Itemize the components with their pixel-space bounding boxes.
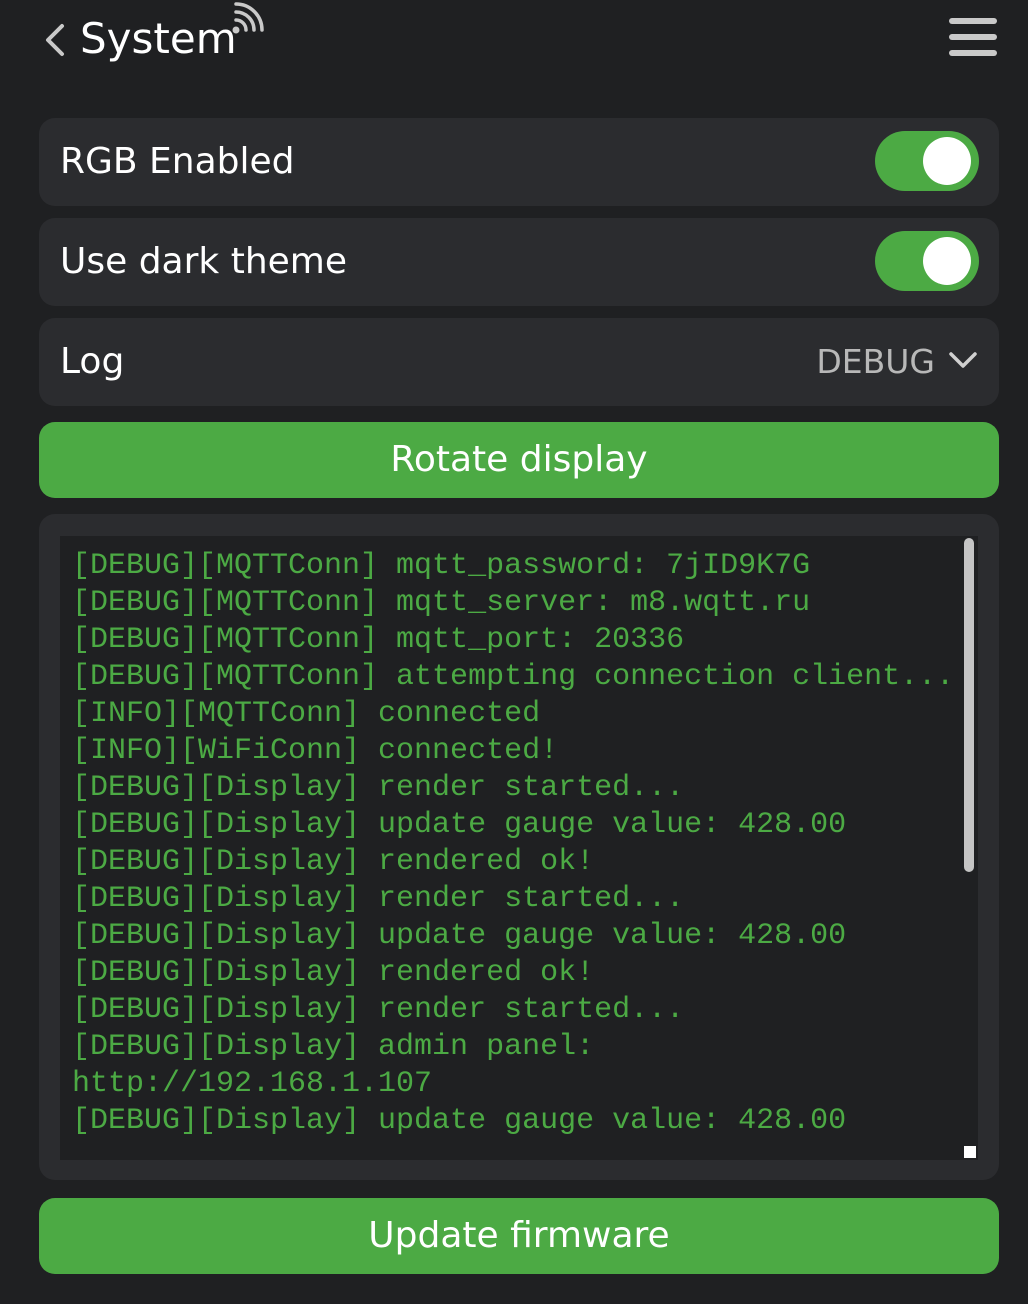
log-line: [DEBUG][Display] update gauge value: 428…: [72, 808, 847, 842]
rotate-display-button[interactable]: Rotate display: [39, 422, 999, 498]
log-line: [DEBUG][MQTTConn] mqtt_port: 20336: [72, 623, 685, 657]
hamburger-menu-icon[interactable]: [948, 16, 998, 58]
log-level-label: Log: [60, 341, 125, 382]
chevron-down-icon[interactable]: [947, 348, 979, 372]
rgb-enabled-setting: RGB Enabled: [39, 118, 999, 206]
dark-theme-toggle[interactable]: [875, 231, 979, 291]
log-line: [DEBUG][Display] update gauge value: 428…: [72, 919, 847, 953]
resize-handle-icon[interactable]: [964, 1146, 976, 1158]
toggle-knob: [923, 237, 971, 285]
log-line: [DEBUG][MQTTConn] mqtt_password: 7jID9K7…: [72, 549, 811, 583]
rgb-enabled-label: RGB Enabled: [60, 141, 295, 182]
log-line: [DEBUG][MQTTConn] mqtt_server: m8.wqtt.r…: [72, 586, 811, 620]
wifi-icon: [232, 2, 264, 34]
log-scrollbar[interactable]: [960, 536, 978, 1160]
log-textarea[interactable]: [DEBUG][MQTTConn] mqtt_password: 7jID9K7…: [60, 536, 978, 1160]
log-line: [INFO][MQTTConn] connected: [72, 697, 541, 731]
scrollbar-thumb[interactable]: [964, 538, 974, 872]
toggle-knob: [923, 137, 971, 185]
log-panel: [DEBUG][MQTTConn] mqtt_password: 7jID9K7…: [39, 514, 999, 1180]
update-firmware-button[interactable]: Update firmware: [39, 1198, 999, 1274]
log-line: [DEBUG][Display] update gauge value: 428…: [72, 1104, 847, 1138]
chevron-left-icon[interactable]: [42, 22, 68, 58]
rgb-enabled-toggle[interactable]: [875, 131, 979, 191]
log-line: [DEBUG][Display] render started...: [72, 993, 685, 1027]
log-line: [DEBUG][Display] render started...: [72, 882, 685, 916]
log-output: [DEBUG][MQTTConn] mqtt_password: 7jID9K7…: [72, 548, 962, 1140]
app-header: System: [0, 0, 1028, 80]
log-line: [DEBUG][Display] render started...: [72, 771, 685, 805]
page-title: System: [80, 14, 237, 63]
log-line: [DEBUG][MQTTConn] attempting connection …: [72, 660, 955, 694]
log-line: [DEBUG][Display] rendered ok!: [72, 845, 595, 879]
log-line: [DEBUG][Display] rendered ok!: [72, 956, 595, 990]
log-line: [INFO][WiFiConn] connected!: [72, 734, 559, 768]
log-level-select[interactable]: DEBUG: [816, 318, 935, 406]
dark-theme-label: Use dark theme: [60, 241, 347, 282]
dark-theme-setting: Use dark theme: [39, 218, 999, 306]
log-line: [DEBUG][Display] admin panel: http://192…: [72, 1030, 613, 1101]
log-level-setting[interactable]: Log DEBUG: [39, 318, 999, 406]
